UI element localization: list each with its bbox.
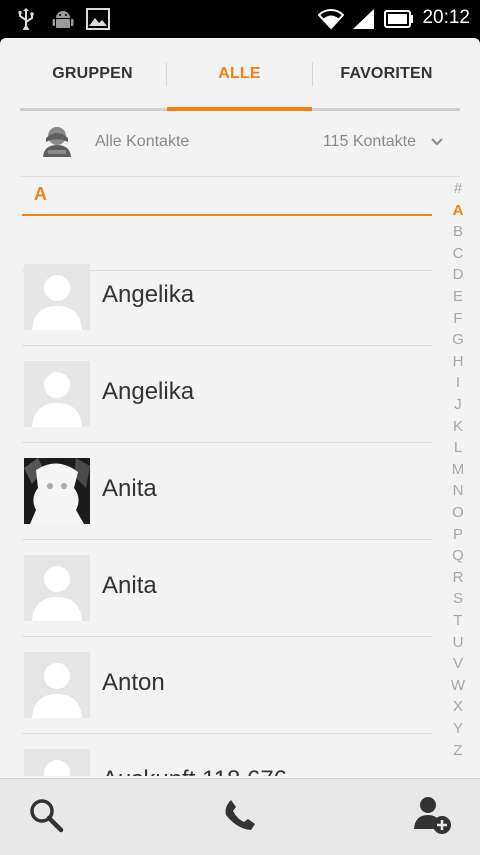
alphabet-index-letter[interactable]: J: [444, 396, 472, 413]
contact-row[interactable]: Angelika: [22, 249, 432, 346]
bottom-action-bar: [0, 778, 480, 855]
battery-icon: [384, 8, 414, 30]
contact-row[interactable]: Auskunft 118 676: [22, 734, 432, 776]
contact-row[interactable]: Anton: [22, 637, 432, 734]
alphabet-index-letter[interactable]: B: [444, 223, 472, 240]
account-filter[interactable]: Alle Kontakte 115 Kontakte: [20, 112, 460, 177]
tab-indicator-gruppen: [20, 108, 167, 111]
alphabet-index-letter[interactable]: S: [444, 590, 472, 607]
phone-icon: [223, 798, 257, 837]
contact-row[interactable]: Anita: [22, 443, 432, 540]
contact-row[interactable]: Anita: [22, 540, 432, 637]
wifi-icon: [318, 8, 344, 30]
status-bar: 20:12: [0, 0, 480, 38]
alphabet-index-letter[interactable]: P: [444, 526, 472, 543]
usb-icon: [16, 8, 36, 30]
android-debug-icon: [52, 8, 74, 30]
alphabet-index[interactable]: # A B C D E F G H I J K L M N O P Q R S T U V W X Y Z: [444, 180, 472, 765]
contact-name: Angelika: [102, 281, 195, 308]
alphabet-index-letter[interactable]: H: [444, 353, 472, 370]
contact-name: Angelika: [102, 378, 195, 405]
alphabet-index-letter[interactable]: E: [444, 288, 472, 305]
alphabet-index-letter[interactable]: L: [444, 439, 472, 456]
search-icon: [28, 797, 64, 838]
add-contact-icon: [412, 795, 452, 840]
alphabet-index-letter[interactable]: A: [444, 202, 472, 219]
tab-indicator-favoriten: [312, 108, 460, 111]
avatar: [24, 652, 90, 718]
dialer-button[interactable]: [218, 795, 262, 839]
avatar: [24, 361, 90, 427]
alphabet-index-letter[interactable]: V: [444, 655, 472, 672]
contact-list[interactable]: Angelika Angelika Anita Anita Anton: [0, 216, 432, 776]
signal-icon: [352, 8, 376, 30]
search-button[interactable]: [24, 795, 68, 839]
contact-row[interactable]: Angelika: [22, 346, 432, 443]
alphabet-index-letter[interactable]: K: [444, 418, 472, 435]
avatar: [24, 555, 90, 621]
tab-gruppen[interactable]: GRUPPEN: [20, 38, 165, 110]
account-filter-label: Alle Kontakte: [95, 133, 190, 150]
account-icon: [42, 126, 72, 163]
tab-alle[interactable]: ALLE: [167, 38, 312, 110]
alphabet-index-letter[interactable]: Z: [444, 742, 472, 759]
section-header-letter: A: [34, 184, 47, 204]
alphabet-index-letter[interactable]: N: [444, 482, 472, 499]
chevron-down-icon: [430, 134, 444, 152]
alphabet-index-letter[interactable]: T: [444, 612, 472, 629]
alphabet-index-letter[interactable]: O: [444, 504, 472, 521]
section-header: A: [22, 180, 432, 216]
alphabet-index-letter[interactable]: Q: [444, 547, 472, 564]
image-notification-icon: [86, 8, 110, 30]
contact-name: Auskunft 118 676: [102, 766, 287, 776]
tab-indicator-alle: [167, 107, 312, 111]
alphabet-index-letter[interactable]: Y: [444, 720, 472, 737]
alphabet-index-letter[interactable]: C: [444, 245, 472, 262]
alphabet-index-letter[interactable]: #: [444, 180, 472, 197]
tab-bar: GRUPPEN ALLE FAVORITEN: [20, 38, 460, 111]
contact-name: Anita: [102, 475, 157, 502]
clock: 20:12: [422, 7, 470, 28]
alphabet-index-letter[interactable]: M: [444, 461, 472, 478]
alphabet-index-letter[interactable]: R: [444, 569, 472, 586]
alphabet-index-letter[interactable]: U: [444, 634, 472, 651]
contact-name: Anita: [102, 572, 157, 599]
alphabet-index-letter[interactable]: W: [444, 677, 472, 694]
avatar: [24, 264, 90, 330]
avatar-photo: [24, 458, 90, 524]
avatar: [24, 749, 90, 776]
alphabet-index-letter[interactable]: I: [444, 374, 472, 391]
add-contact-button[interactable]: [410, 795, 454, 839]
alphabet-index-letter[interactable]: X: [444, 698, 472, 715]
contact-count: 115 Kontakte: [322, 133, 416, 150]
tab-favoriten[interactable]: FAVORITEN: [313, 38, 460, 110]
contacts-app: GRUPPEN ALLE FAVORITEN Alle Kontakte 115…: [0, 38, 480, 854]
alphabet-index-letter[interactable]: F: [444, 310, 472, 327]
alphabet-index-letter[interactable]: D: [444, 266, 472, 283]
contact-name: Anton: [102, 669, 165, 696]
alphabet-index-letter[interactable]: G: [444, 331, 472, 348]
